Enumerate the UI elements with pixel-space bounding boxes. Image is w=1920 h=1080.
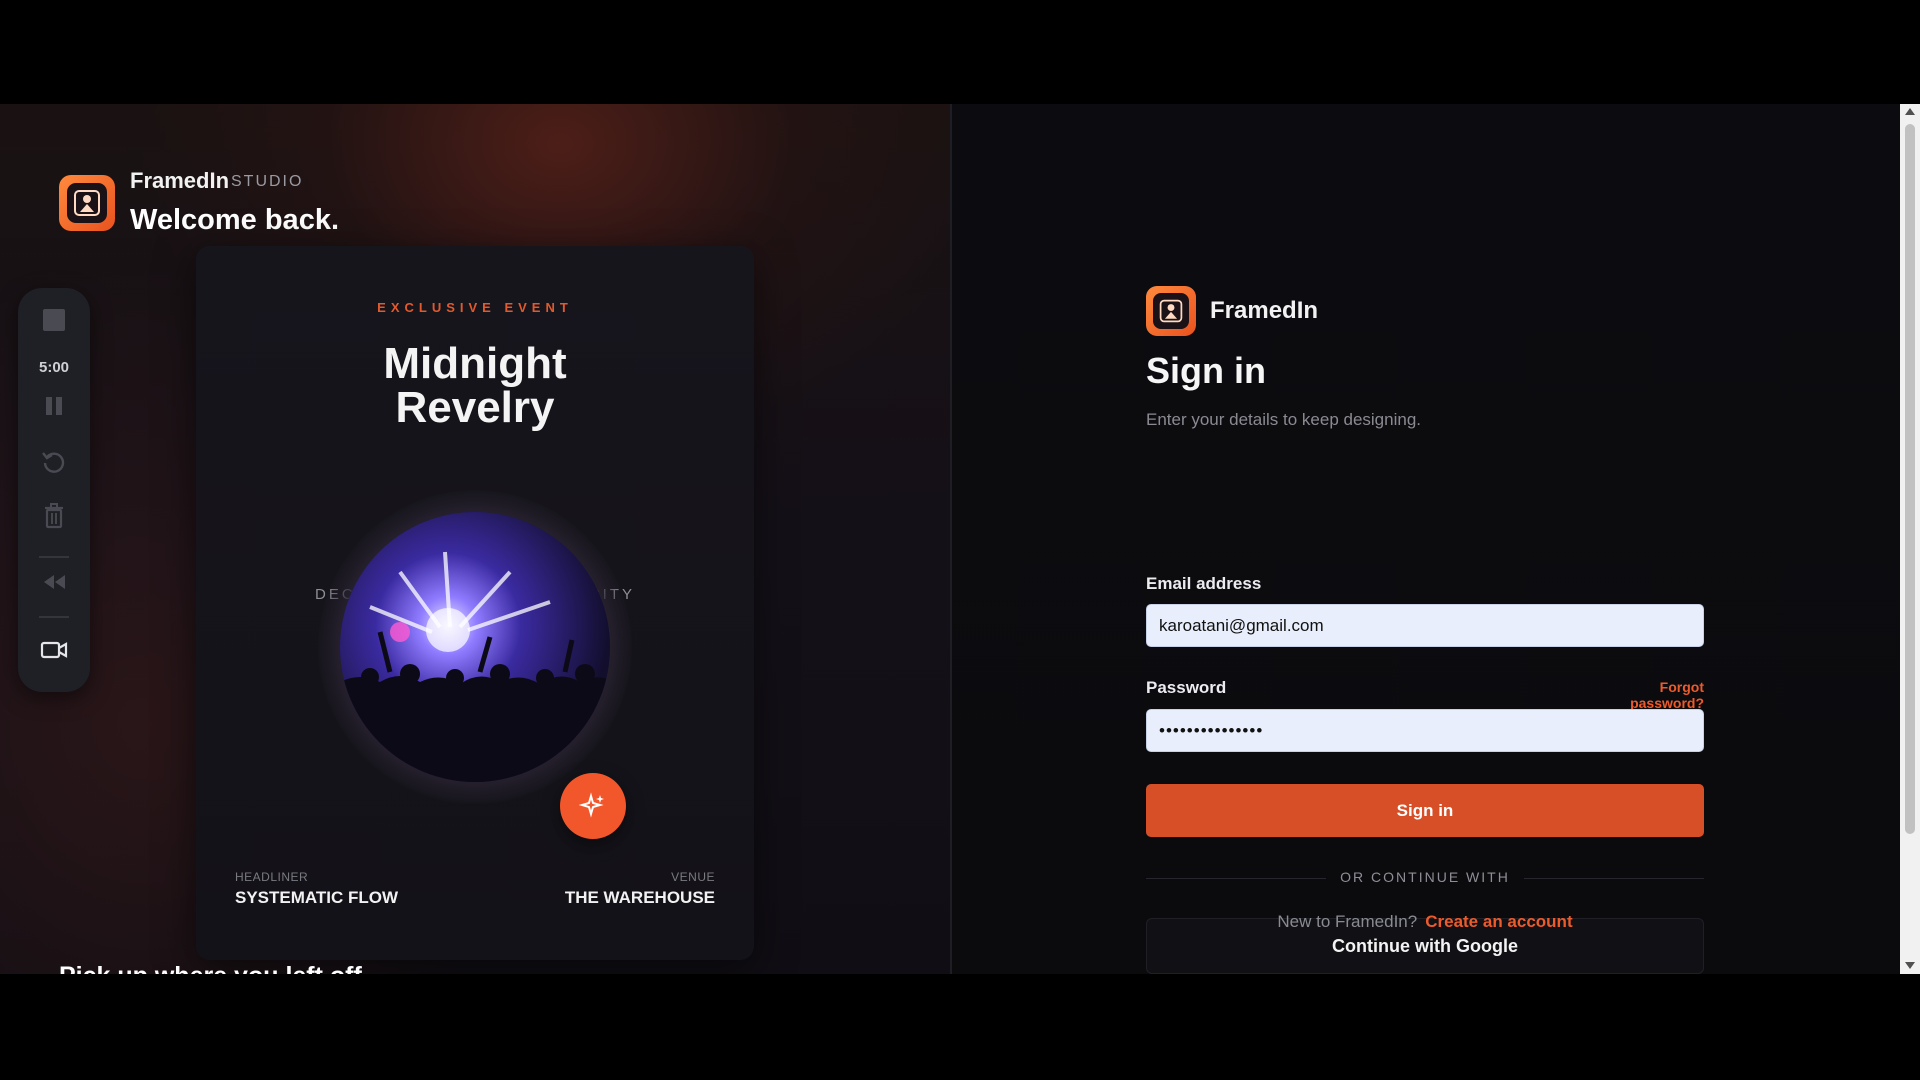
delete-button[interactable] <box>18 498 90 534</box>
timer-display: 5:00 <box>38 358 70 376</box>
password-field[interactable]: ••••••••••••••• <box>1146 709 1704 752</box>
email-label: Email address <box>1146 574 1262 593</box>
concert-photo <box>340 512 610 782</box>
rewind-button[interactable] <box>18 564 90 600</box>
brand-name: FramedIn <box>130 168 230 193</box>
pause-button[interactable] <box>18 388 90 424</box>
recording-toolbar: 5:00 <box>18 288 90 692</box>
section-heading: Pick up where you left off <box>59 962 362 974</box>
restart-button[interactable] <box>18 444 90 480</box>
stop-icon <box>43 309 65 331</box>
framed-person-icon <box>1159 299 1183 323</box>
sparkle-icon <box>579 792 604 818</box>
signin-subtitle: Enter your details to keep designing. <box>1146 410 1422 429</box>
framedin-logo <box>59 175 115 231</box>
event-title: Midnight Revelry <box>196 342 754 430</box>
scroll-down-arrow[interactable] <box>1905 962 1915 969</box>
page-scrollbar[interactable] <box>1900 104 1920 974</box>
brand-tag: STUDIO <box>231 173 304 190</box>
stop-button[interactable] <box>18 302 90 338</box>
or-continue-text: OR CONTINUE WITH <box>1340 869 1510 885</box>
email-field[interactable]: karoatani@gmail.com <box>1146 604 1704 647</box>
framed-person-icon <box>74 190 100 216</box>
brand-name: FramedIn <box>1210 297 1319 324</box>
signin-button[interactable]: Sign in <box>1146 784 1704 837</box>
restart-icon <box>42 452 65 473</box>
camera-button[interactable] <box>18 632 90 668</box>
framedin-logo <box>1146 286 1196 336</box>
showcase-panel: FramedIn STUDIO Welcome back. 5:00 EXCLU… <box>0 104 951 974</box>
welcome-heading: Welcome back. <box>130 204 340 236</box>
venue-value: THE WAREHOUSE <box>564 888 715 907</box>
headliner-label: HEADLINER <box>235 870 309 884</box>
event-title-line1: Midnight <box>383 339 567 388</box>
ai-enhance-button[interactable] <box>560 773 626 839</box>
app-viewport: FramedIn STUDIO Welcome back. 5:00 EXCLU… <box>0 104 1920 974</box>
forgot-password-link[interactable]: Forgot password? <box>1586 679 1704 711</box>
signup-question: New to FramedIn? <box>1277 912 1418 931</box>
signup-prompt: New to FramedIn? Create an account <box>1146 912 1704 932</box>
venue-label: VENUE <box>671 870 715 884</box>
password-label: Password <box>1146 678 1227 697</box>
event-poster-card: EXCLUSIVE EVENT Midnight Revelry DECEMBE… <box>196 246 754 960</box>
scroll-thumb[interactable] <box>1905 124 1915 834</box>
headliner-value: SYSTEMATIC FLOW <box>235 888 399 907</box>
event-eyebrow: EXCLUSIVE EVENT <box>377 300 573 315</box>
pause-icon <box>46 397 62 415</box>
camera-icon <box>40 641 68 659</box>
event-title-line2: Revelry <box>395 383 555 432</box>
create-account-link[interactable]: Create an account <box>1425 912 1572 931</box>
rewind-icon <box>44 575 65 589</box>
trash-icon <box>45 503 63 529</box>
signin-panel: FramedIn Sign in Enter your details to k… <box>952 104 1900 974</box>
toolbar-divider <box>39 616 69 618</box>
scroll-up-arrow[interactable] <box>1905 108 1915 115</box>
signin-title: Sign in <box>1146 350 1266 391</box>
toolbar-divider <box>39 556 69 558</box>
